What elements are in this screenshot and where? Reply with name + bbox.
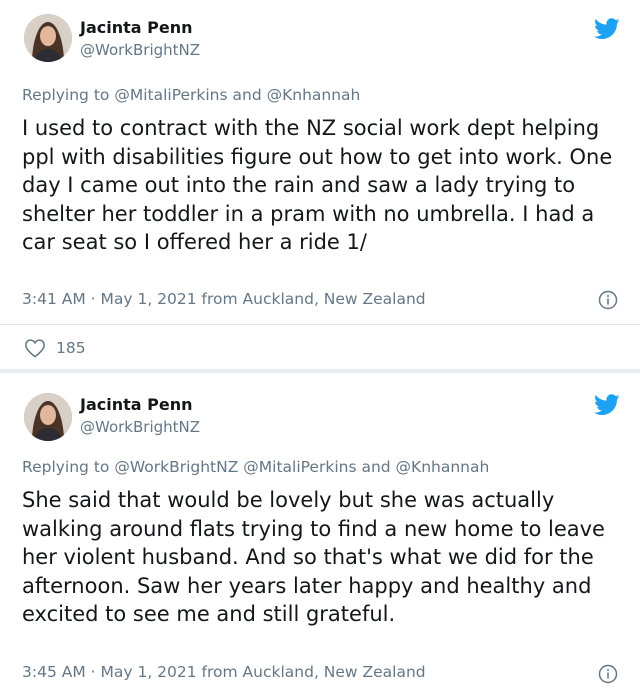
info-icon[interactable]: [598, 290, 618, 310]
info-icon[interactable]: [598, 664, 618, 684]
tweet-timestamp[interactable]: 3:41 AM · May 1, 2021 from Auckland, New…: [22, 290, 426, 308]
author-handle[interactable]: @WorkBrightNZ: [80, 41, 200, 59]
author-name[interactable]: Jacinta Penn: [80, 395, 192, 414]
tweet-card-1[interactable]: Jacinta Penn @WorkBrightNZ Replying to @…: [0, 0, 640, 369]
tweet-text: I used to contract with the NZ social wo…: [22, 116, 613, 254]
divider: [0, 324, 640, 325]
replying-prefix: Replying to: [22, 86, 110, 104]
mentions[interactable]: @MitaliPerkins and @Knhannah: [114, 86, 360, 104]
author-name[interactable]: Jacinta Penn: [80, 18, 192, 37]
avatar[interactable]: [24, 14, 72, 62]
like-button[interactable]: 185: [24, 338, 86, 358]
replying-prefix: Replying to: [22, 458, 110, 476]
replying-to: Replying to @MitaliPerkins and @Knhannah: [22, 86, 360, 104]
twitter-bird-icon[interactable]: [594, 394, 620, 416]
tweet-timestamp[interactable]: 3:45 AM · May 1, 2021 from Auckland, New…: [22, 663, 426, 681]
tweet-card-2[interactable]: Jacinta Penn @WorkBrightNZ Replying to @…: [0, 373, 640, 692]
avatar[interactable]: [24, 393, 72, 441]
like-count: 185: [56, 339, 86, 357]
author-handle[interactable]: @WorkBrightNZ: [80, 418, 200, 436]
twitter-bird-icon[interactable]: [594, 18, 620, 40]
heart-icon[interactable]: [24, 338, 46, 358]
tweet-text: She said that would be lovely but she wa…: [22, 488, 605, 626]
replying-to: Replying to @WorkBrightNZ @MitaliPerkins…: [22, 458, 489, 476]
mentions[interactable]: @WorkBrightNZ @MitaliPerkins and @Knhann…: [114, 458, 489, 476]
